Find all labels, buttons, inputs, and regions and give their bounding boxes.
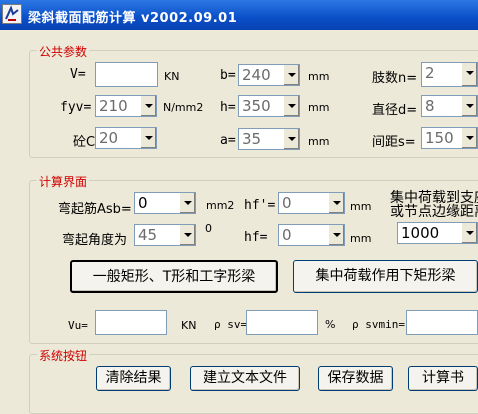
vu-label: Vu= [68, 319, 88, 332]
angle-label: 弯起角度为 [62, 233, 128, 248]
hf-prime-select[interactable]: 0 [278, 192, 345, 214]
spacing-label: 间距s= [372, 135, 416, 150]
v-unit: KN [164, 70, 180, 83]
diameter-label: 直径d= [372, 103, 418, 118]
calc-title: 计算界面 [37, 173, 90, 190]
title-bar: 梁斜截面配筋计算 v2002.09.01 [0, 0, 478, 30]
hf-select[interactable]: 0 [278, 224, 345, 246]
hf-prime-unit: mm [350, 200, 372, 213]
system-title: 系统按钮 [37, 347, 90, 364]
v-label: V= [70, 67, 86, 82]
asb-label: 弯起筋Asb= [58, 202, 132, 217]
a-unit: mm [308, 135, 330, 148]
v-input[interactable] [95, 62, 158, 87]
rho-svmin-label: ρ svmin= [352, 318, 405, 331]
a-value: 35 [242, 130, 262, 148]
angle-unit: 0 [205, 222, 212, 235]
distance-select[interactable]: 1000 [397, 222, 478, 244]
fyv-value: 210 [99, 97, 128, 115]
fyv-dropdown-icon[interactable] [140, 96, 156, 116]
calc-book-button[interactable]: 计算书 [408, 366, 478, 391]
vu-unit: KN [181, 319, 197, 332]
rho-sv-unit: % [325, 318, 336, 331]
a-label: a= [220, 133, 236, 148]
b-select[interactable]: 240 [238, 64, 300, 86]
b-value: 240 [242, 66, 271, 84]
distance-dropdown-icon[interactable] [461, 223, 477, 243]
hf-label: hf= [244, 230, 268, 245]
angle-select[interactable]: 45 [134, 224, 196, 246]
fyv-unit: N/mm2 [163, 101, 204, 114]
distance-value: 1000 [401, 224, 440, 242]
common-params-title: 公共参数 [37, 43, 90, 60]
hf-prime-value: 0 [282, 194, 292, 212]
legs-dropdown-icon[interactable] [461, 63, 477, 86]
fyv-label: fyv= [60, 100, 92, 115]
spacing-select[interactable]: 150 [421, 127, 478, 149]
diameter-select[interactable]: 8 [421, 95, 478, 117]
general-beam-button[interactable]: 一般矩形、T形和工字形梁 [70, 260, 278, 293]
rho-sv-label: ρ sv= [214, 318, 248, 331]
distance-label-line2: 或节点边缘距离 [390, 204, 478, 220]
asb-dropdown-icon[interactable] [179, 193, 195, 213]
save-data-button[interactable]: 保存数据 [318, 366, 393, 391]
hf-value: 0 [282, 226, 292, 244]
legs-value: 2 [425, 64, 435, 82]
h-select[interactable]: 350 [238, 95, 300, 117]
spacing-value: 150 [425, 129, 454, 147]
fyv-select[interactable]: 210 [95, 95, 157, 117]
concrete-label: 砼C [73, 135, 96, 150]
b-label: b= [220, 68, 236, 83]
asb-value: 0 [138, 194, 148, 212]
concrete-dropdown-icon[interactable] [140, 128, 156, 148]
concentrated-beam-button[interactable]: 集中荷载作用下矩形梁 [293, 260, 478, 293]
window-title: 梁斜截面配筋计算 v2002.09.01 [28, 11, 238, 26]
diameter-dropdown-icon[interactable] [461, 96, 477, 116]
asb-select[interactable]: 0 [134, 192, 196, 214]
spacing-dropdown-icon[interactable] [461, 128, 477, 148]
h-label: h= [220, 100, 236, 115]
hf-unit: mm [350, 232, 372, 245]
rho-svmin-output[interactable] [406, 310, 478, 335]
legs-label: 肢数n= [372, 71, 418, 86]
a-select[interactable]: 35 [238, 128, 300, 150]
a-dropdown-icon[interactable] [283, 129, 299, 149]
asb-unit: mm2 [206, 199, 235, 212]
legs-select[interactable]: 2 [421, 62, 478, 87]
angle-dropdown-icon[interactable] [179, 225, 195, 245]
hf-prime-dropdown-icon[interactable] [328, 193, 344, 213]
diameter-value: 8 [425, 97, 435, 115]
h-value: 350 [242, 97, 271, 115]
concrete-value: 20 [99, 129, 119, 147]
vu-output[interactable] [95, 310, 167, 335]
b-dropdown-icon[interactable] [283, 65, 299, 85]
h-unit: mm [308, 101, 330, 114]
hf-dropdown-icon[interactable] [328, 225, 344, 245]
h-dropdown-icon[interactable] [283, 96, 299, 116]
clear-results-button[interactable]: 清除结果 [96, 366, 171, 391]
hf-prime-label: hf'= [244, 198, 276, 213]
rho-sv-output[interactable] [246, 310, 318, 335]
b-unit: mm [308, 70, 330, 83]
app-icon[interactable] [2, 4, 22, 24]
concrete-select[interactable]: 20 [95, 127, 157, 149]
build-text-file-button[interactable]: 建立文本文件 [190, 366, 300, 391]
angle-value: 45 [138, 226, 158, 244]
